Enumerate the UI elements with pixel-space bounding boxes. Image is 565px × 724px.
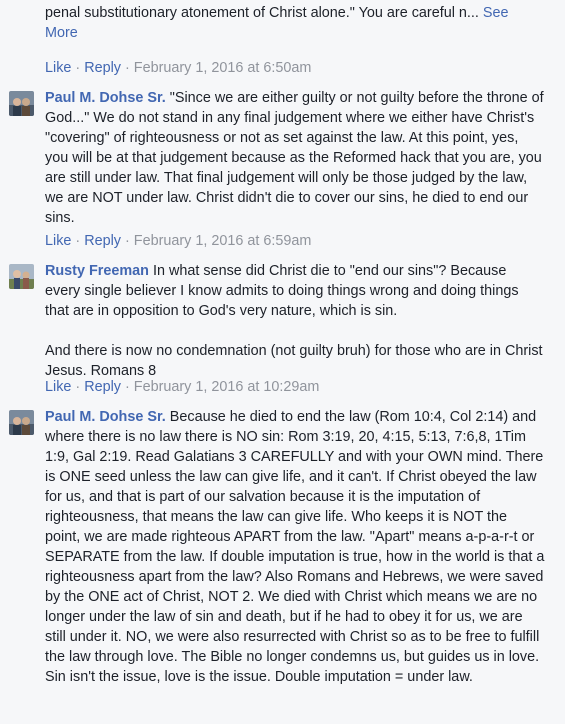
separator: ·: [125, 233, 130, 249]
like-link[interactable]: Like: [45, 379, 71, 395]
comment-paragraph: And there is now no condemnation (not gu…: [45, 343, 543, 379]
avatar[interactable]: [9, 410, 34, 435]
comment-actions: Like · Reply · February 1, 2016 at 6:59a…: [45, 231, 311, 251]
comment-timestamp[interactable]: February 1, 2016 at 6:50am: [134, 60, 312, 76]
comment-paragraph: Rusty Freeman In what sense did Christ d…: [45, 261, 545, 321]
comment-timestamp[interactable]: February 1, 2016 at 10:29am: [134, 379, 320, 395]
comment-text: time instantaneous act whereby God count…: [45, 0, 545, 43]
comment-author[interactable]: Rusty Freeman: [45, 263, 149, 279]
like-link[interactable]: Like: [45, 60, 71, 76]
comment-body: "Since we are either guilty or not guilt…: [45, 90, 544, 226]
avatar[interactable]: [9, 264, 34, 289]
comment-actions: Like · Reply · February 1, 2016 at 10:29…: [45, 377, 319, 397]
comment-body: time instantaneous act whereby God count…: [45, 0, 531, 21]
separator: ·: [125, 60, 130, 76]
comment-text: Rusty Freeman In what sense did Christ d…: [45, 261, 545, 381]
separator: ·: [75, 233, 81, 249]
reply-link[interactable]: Reply: [84, 60, 121, 76]
separator: ·: [125, 379, 130, 395]
avatar[interactable]: [9, 91, 34, 116]
reply-link[interactable]: Reply: [84, 379, 121, 395]
like-link[interactable]: Like: [45, 233, 71, 249]
comment-actions: Like · Reply · February 1, 2016 at 6:50a…: [45, 58, 311, 78]
comment-author[interactable]: Paul M. Dohse Sr.: [45, 90, 166, 106]
separator: ·: [75, 379, 81, 395]
comment-author[interactable]: Paul M. Dohse Sr.: [45, 409, 166, 425]
comment-text: Paul M. Dohse Sr. "Since we are either g…: [45, 88, 545, 228]
separator: ·: [75, 60, 81, 76]
comment-timestamp[interactable]: February 1, 2016 at 6:59am: [134, 233, 312, 249]
comment-text: Paul M. Dohse Sr. Because he died to end…: [45, 407, 545, 687]
comment-body: Because he died to end the law (Rom 10:4…: [45, 409, 545, 685]
reply-link[interactable]: Reply: [84, 233, 121, 249]
